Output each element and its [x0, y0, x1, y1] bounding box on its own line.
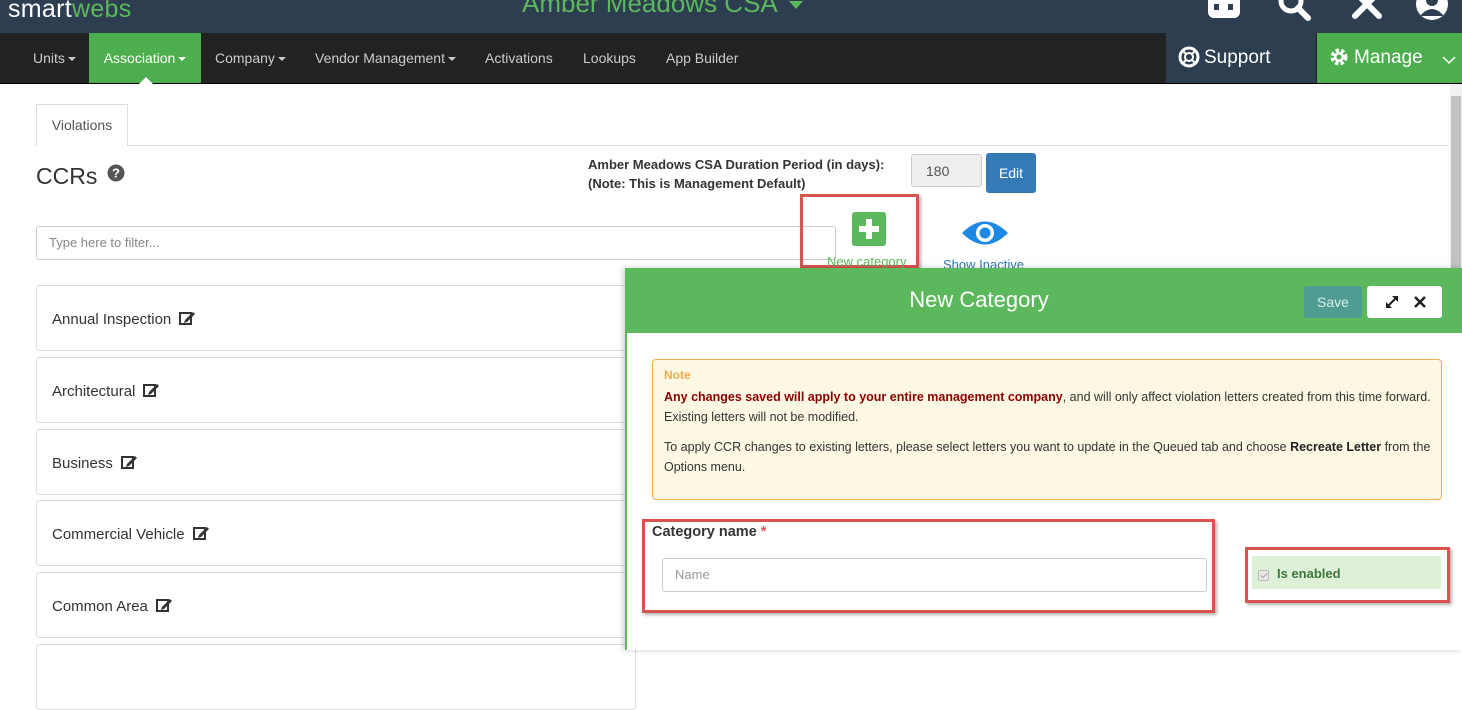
modal-controls — [1367, 286, 1442, 318]
category-name: Business — [52, 455, 113, 472]
category-name-label-text: Category name — [652, 524, 757, 540]
duration-line1: Amber Meadows CSA Duration Period (in da… — [588, 157, 885, 172]
category-label: Common Area — [52, 597, 172, 615]
nav-units[interactable]: Units — [33, 33, 76, 83]
tools-icon[interactable] — [1349, 0, 1385, 22]
user-icon[interactable] — [1414, 0, 1450, 22]
brand-logo[interactable]: smartwebs — [8, 0, 132, 24]
note-warning-bold: Any changes saved will apply to your ent… — [664, 390, 1063, 404]
brand-part2: webs — [72, 0, 132, 23]
main-navbar: Units Association Company Vendor Managem… — [0, 33, 1462, 84]
is-enabled-checkbox[interactable] — [1258, 570, 1269, 581]
edit-icon[interactable] — [192, 525, 209, 541]
support-button[interactable]: Support — [1166, 33, 1316, 83]
caret-down-icon — [178, 57, 187, 62]
category-name-input[interactable]: Name — [662, 558, 1207, 592]
tab-divider — [128, 145, 1448, 146]
svg-text:?: ? — [112, 166, 120, 181]
category-label: Architectural — [52, 382, 160, 400]
brand-part1: smart — [8, 0, 72, 23]
note-instruction-start: To apply CCR changes to existing letters… — [664, 440, 1291, 454]
eye-icon[interactable] — [960, 218, 1010, 248]
duration-label: Amber Meadows CSA Duration Period (in da… — [588, 155, 884, 193]
note-panel: Note Any changes saved will apply to you… — [652, 359, 1442, 500]
category-row[interactable]: Business — [36, 429, 636, 495]
nav-lookups-label: Lookups — [583, 50, 636, 66]
scrollbar-thumb[interactable] — [1451, 96, 1461, 296]
edit-duration-button[interactable]: Edit — [986, 153, 1036, 193]
duration-line2: (Note: This is Management Default) — [588, 176, 806, 191]
dashboard-icon[interactable] — [1206, 0, 1242, 22]
category-name-label: Category name * — [652, 524, 766, 540]
nav-app-builder-label: App Builder — [666, 50, 739, 66]
category-label: Annual Inspection — [52, 310, 196, 328]
association-selector[interactable]: Amber Meadows CSA — [522, 0, 804, 19]
tab-violations-label: Violations — [51, 117, 113, 133]
gear-icon — [1330, 48, 1348, 66]
category-label: Business — [52, 454, 137, 472]
nav-company[interactable]: Company — [215, 33, 286, 83]
nav-units-label: Units — [33, 50, 65, 66]
is-enabled-label: Is enabled — [1277, 566, 1341, 581]
note-title: Note — [664, 368, 691, 382]
nav-association-label: Association — [103, 50, 176, 66]
plus-icon[interactable] — [852, 212, 886, 246]
modal-header: New Category Save — [627, 268, 1462, 333]
manage-label: Manage — [1354, 47, 1423, 68]
caret-down-icon — [447, 57, 456, 62]
expand-icon[interactable] — [1382, 292, 1402, 312]
lifebuoy-icon — [1178, 46, 1200, 68]
filter-input[interactable]: Type here to filter... — [36, 226, 836, 260]
note-paragraph-1: Any changes saved will apply to your ent… — [664, 387, 1434, 427]
category-row[interactable]: Commercial Vehicle — [36, 500, 636, 566]
page-title: CCRs — [36, 163, 98, 189]
category-row[interactable] — [36, 644, 636, 710]
new-category-modal: New Category Save Note Any changes saved… — [625, 268, 1462, 650]
category-label: Commercial Vehicle — [52, 525, 209, 543]
nav-association[interactable]: Association — [89, 33, 201, 83]
category-name: Architectural — [52, 383, 136, 400]
save-button[interactable]: Save — [1304, 286, 1362, 318]
top-bar: smartwebs Amber Meadows CSA — [0, 0, 1462, 33]
nav-active-pointer — [139, 77, 153, 84]
note-paragraph-2: To apply CCR changes to existing letters… — [664, 437, 1434, 477]
category-row[interactable]: Architectural — [36, 357, 636, 423]
category-name: Commercial Vehicle — [52, 526, 185, 543]
caret-down-icon — [277, 57, 286, 62]
new-category-button[interactable]: New category — [827, 254, 906, 269]
required-mark: * — [760, 524, 767, 540]
caret-down-icon — [67, 57, 76, 62]
category-name: Common Area — [52, 598, 148, 615]
nav-app-builder[interactable]: App Builder — [666, 33, 738, 83]
nav-company-label: Company — [215, 50, 275, 66]
edit-icon[interactable] — [143, 382, 160, 398]
category-row[interactable]: Annual Inspection — [36, 285, 636, 351]
chevron-down-icon — [1442, 56, 1456, 65]
edit-icon[interactable] — [155, 597, 172, 613]
manage-button[interactable]: Manage — [1317, 33, 1462, 83]
edit-icon[interactable] — [120, 454, 137, 470]
nav-lookups[interactable]: Lookups — [583, 33, 636, 83]
category-name: Annual Inspection — [52, 311, 172, 328]
chevron-down-icon — [788, 1, 803, 10]
close-icon[interactable] — [1410, 292, 1430, 312]
support-label: Support — [1204, 47, 1271, 68]
nav-vendor-management[interactable]: Vendor Management — [315, 33, 456, 83]
nav-activations[interactable]: Activations — [485, 33, 553, 83]
duration-input[interactable]: 180 — [911, 154, 982, 187]
edit-icon[interactable] — [179, 310, 196, 326]
nav-activations-label: Activations — [485, 50, 553, 66]
help-icon[interactable]: ? — [107, 164, 125, 182]
search-icon[interactable] — [1276, 0, 1312, 22]
nav-vendor-label: Vendor Management — [315, 50, 445, 66]
category-row[interactable]: Common Area — [36, 572, 636, 638]
modal-title: New Category — [909, 287, 1049, 312]
association-title: Amber Meadows CSA — [522, 0, 777, 18]
tab-violations[interactable]: Violations — [36, 104, 128, 146]
note-instruction-bold: Recreate Letter — [1290, 440, 1382, 454]
